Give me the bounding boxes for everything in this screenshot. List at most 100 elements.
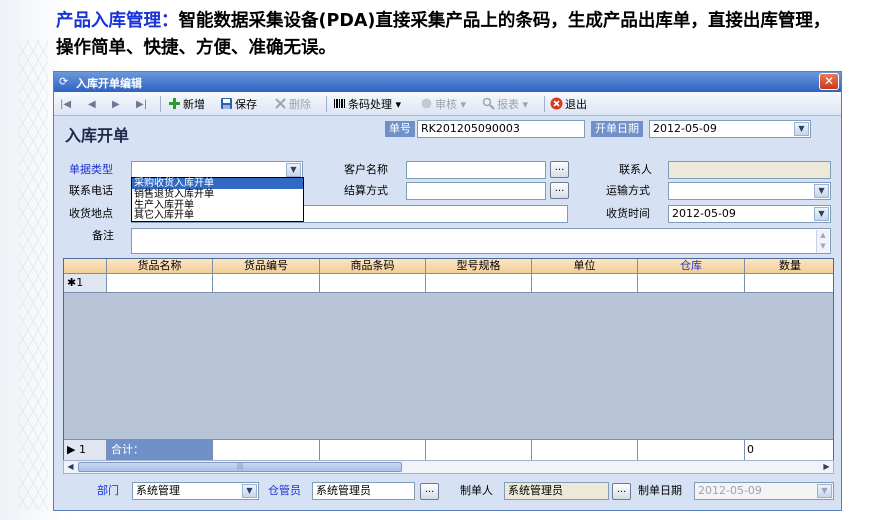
receive-time-label: 收货时间 — [606, 207, 650, 220]
grid-cell[interactable] — [426, 274, 532, 292]
exit-button[interactable]: 退出 — [550, 97, 587, 112]
barcode-menu-button[interactable]: 条码处理 ▾ — [333, 97, 401, 112]
audit-icon — [420, 97, 433, 110]
make-date-label: 制单日期 — [638, 484, 682, 497]
nav-last-button[interactable]: ▶| — [136, 97, 147, 112]
doc-no-field[interactable]: RK201205090003 — [417, 120, 585, 138]
grid-cell[interactable] — [107, 274, 213, 292]
grid-cell[interactable] — [213, 274, 320, 292]
address-label: 收货地点 — [69, 207, 113, 220]
add-button[interactable]: 新增 — [168, 97, 205, 112]
window-title: 入库开单编辑 — [76, 77, 142, 90]
doc-no-label: 单号 — [385, 121, 415, 137]
scroll-left-icon[interactable]: ◀ — [64, 461, 77, 473]
summary-cell — [213, 440, 320, 460]
grid-corner — [64, 259, 107, 273]
app-icon: ⟳ — [59, 75, 69, 88]
scroll-up-icon[interactable]: ▲ — [817, 230, 829, 241]
dept-select[interactable]: 系统管理 ▼ — [132, 482, 259, 500]
keeper-field[interactable]: 系统管理员 — [312, 482, 415, 500]
scrollbar-thumb[interactable]: ||| — [78, 462, 402, 472]
column-header[interactable]: 仓库 — [638, 259, 745, 273]
summary-label: 合计： — [107, 440, 213, 460]
maker-field[interactable]: 系统管理员 — [504, 482, 609, 500]
scroll-right-icon[interactable]: ▶ — [820, 461, 833, 473]
grid-cell[interactable] — [532, 274, 638, 292]
maker-browse-button[interactable]: ... — [612, 483, 631, 500]
customer-label: 客户名称 — [344, 163, 388, 176]
table-row[interactable]: ✱1 — [64, 274, 833, 293]
chevron-down-icon[interactable]: ▼ — [286, 163, 301, 177]
settlement-label: 结算方式 — [344, 184, 388, 197]
receipt-edit-window: ⟳ 入库开单编辑 ✕ |◀ ◀ ▶ ▶| 新增 保存 删除 条码处理 ▾ 审核 … — [53, 71, 842, 511]
exit-icon — [550, 97, 563, 110]
dropdown-option[interactable]: 生产入库开单 — [132, 200, 303, 211]
column-header[interactable]: 货品名称 — [107, 259, 213, 273]
plus-icon — [168, 97, 181, 110]
column-header[interactable]: 商品条码 — [320, 259, 426, 273]
customer-field[interactable] — [406, 161, 546, 179]
intro-highlight: 产品入库管理： — [56, 11, 179, 31]
summary-cell — [320, 440, 426, 460]
delete-x-icon — [274, 97, 287, 110]
goods-grid: 货品名称 货品编号 商品条码 型号规格 单位 仓库 数量 ✱1 ▶ 1 合计： — [63, 258, 834, 460]
page-title: 入库开单 — [65, 126, 130, 145]
toolbar-separator — [160, 96, 161, 112]
column-header[interactable]: 数量 — [745, 259, 835, 273]
remark-scrollbar[interactable]: ▲ ▼ — [816, 230, 829, 253]
keeper-label: 仓管员 — [268, 484, 301, 497]
remark-label: 备注 — [92, 229, 114, 242]
intro-text: 产品入库管理：智能数据采集设备(PDA)直接采集产品上的条码，生成产品出库单，直… — [56, 8, 846, 62]
summary-quantity: 0 — [747, 443, 754, 456]
dropdown-option[interactable]: 采购收货入库开单 — [132, 178, 303, 189]
column-header[interactable]: 型号规格 — [426, 259, 532, 273]
grid-cell[interactable] — [745, 274, 835, 292]
open-date-field[interactable]: 2012-05-09 ▼ — [649, 120, 811, 138]
settlement-browse-button[interactable]: ... — [550, 182, 569, 199]
grid-horizontal-scrollbar[interactable]: ◀ ||| ▶ — [63, 460, 834, 474]
floppy-disk-icon — [220, 97, 233, 110]
report-button[interactable]: 报表 ▾ — [482, 97, 528, 112]
receive-time-field[interactable]: 2012-05-09 ▼ — [668, 205, 831, 223]
column-header[interactable]: 货品编号 — [213, 259, 320, 273]
grid-header-row: 货品名称 货品编号 商品条码 型号规格 单位 仓库 数量 — [64, 259, 833, 274]
audit-button[interactable]: 审核 ▾ — [420, 97, 466, 112]
chevron-down-icon[interactable]: ▼ — [814, 207, 829, 221]
settlement-field[interactable] — [406, 182, 546, 200]
dept-label: 部门 — [97, 484, 119, 497]
make-date-field[interactable]: 2012-05-09 ▼ — [694, 482, 834, 500]
dropdown-option[interactable]: 其它入库开单 — [132, 210, 303, 221]
chevron-down-icon[interactable]: ▼ — [814, 184, 829, 198]
new-row-marker: ✱1 — [64, 274, 107, 292]
toolbar-separator — [544, 96, 545, 112]
dropdown-option[interactable]: 销售退货入库开单 — [132, 189, 303, 200]
close-button[interactable]: ✕ — [819, 73, 839, 90]
nav-first-button[interactable]: |◀ — [60, 97, 71, 112]
scroll-down-icon[interactable]: ▼ — [817, 241, 829, 252]
remark-textarea[interactable]: ▲ ▼ — [131, 228, 831, 254]
grid-cell[interactable] — [320, 274, 426, 292]
open-date-label: 开单日期 — [591, 121, 643, 137]
chevron-down-icon[interactable]: ▼ — [794, 122, 809, 136]
summary-cell — [532, 440, 638, 460]
chevron-down-icon[interactable]: ▼ — [242, 484, 257, 498]
transport-select[interactable]: ▼ — [668, 182, 831, 200]
window-titlebar: ⟳ 入库开单编辑 ✕ — [54, 72, 841, 92]
nav-prev-button[interactable]: ◀ — [88, 97, 96, 112]
phone-label: 联系电话 — [69, 184, 113, 197]
customer-browse-button[interactable]: ... — [550, 161, 569, 178]
contact-label: 联系人 — [619, 163, 652, 176]
delete-button[interactable]: 删除 — [274, 97, 311, 112]
grid-summary-row: ▶ 1 合计： 0 — [64, 439, 833, 460]
nav-next-button[interactable]: ▶ — [112, 97, 120, 112]
keeper-browse-button[interactable]: ... — [420, 483, 439, 500]
toolbar-separator — [326, 96, 327, 112]
grid-cell[interactable] — [638, 274, 745, 292]
contact-field[interactable] — [668, 161, 831, 179]
save-button[interactable]: 保存 — [220, 97, 257, 112]
chevron-down-icon: ▾ — [395, 98, 402, 111]
chevron-down-icon[interactable]: ▼ — [817, 484, 832, 498]
transport-label: 运输方式 — [606, 184, 650, 197]
column-header[interactable]: 单位 — [532, 259, 638, 273]
doc-type-label: 单据类型 — [69, 163, 113, 176]
